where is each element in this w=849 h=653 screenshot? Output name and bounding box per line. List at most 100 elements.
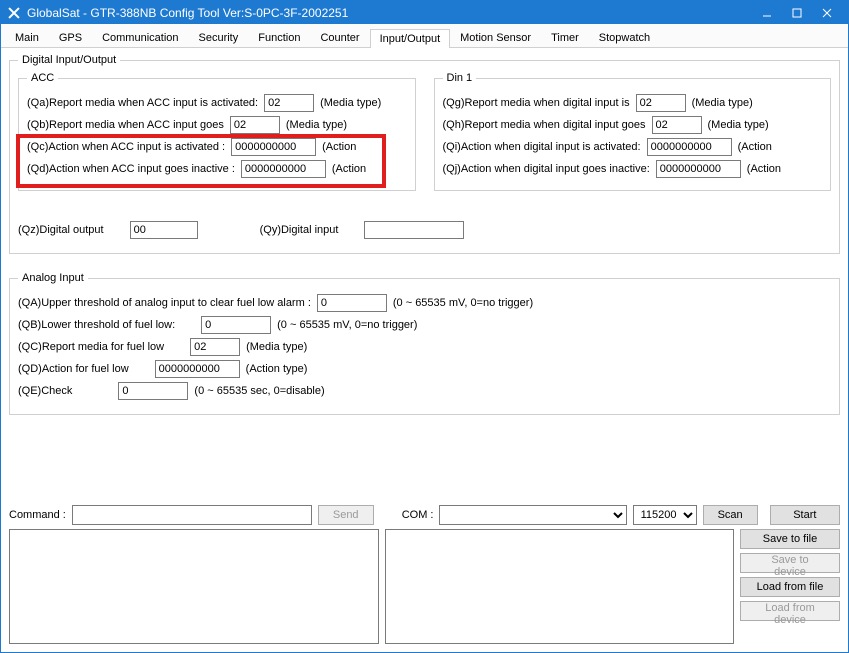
label-qa: (Qa)Report media when ACC input is activ… bbox=[27, 97, 258, 109]
log-right[interactable] bbox=[385, 529, 734, 644]
row-qg: (Qg)Report media when digital input is (… bbox=[443, 94, 823, 112]
side-buttons: Save to file Save to device Load from fi… bbox=[740, 529, 840, 644]
legend-acc: ACC bbox=[27, 72, 58, 84]
send-button[interactable]: Send bbox=[318, 505, 374, 525]
label-qj: (Qj)Action when digital input goes inact… bbox=[443, 163, 650, 175]
row-qj: (Qj)Action when digital input goes inact… bbox=[443, 160, 823, 178]
label-qb-lower: (QB)Lower threshold of fuel low: bbox=[18, 319, 175, 331]
input-qb[interactable] bbox=[230, 116, 280, 134]
tab-communication[interactable]: Communication bbox=[92, 28, 188, 47]
input-qj[interactable] bbox=[656, 160, 741, 178]
note-qb: (Media type) bbox=[286, 119, 347, 131]
label-qd-action: (QD)Action for fuel low bbox=[18, 363, 129, 375]
tab-input-output[interactable]: Input/Output bbox=[370, 29, 451, 48]
legend-digital-io: Digital Input/Output bbox=[18, 54, 120, 66]
label-qz: (Qz)Digital output bbox=[18, 224, 104, 236]
tab-function[interactable]: Function bbox=[248, 28, 310, 47]
start-button[interactable]: Start bbox=[770, 505, 840, 525]
app-window: GlobalSat - GTR-388NB Config Tool Ver:S-… bbox=[0, 0, 849, 653]
load-from-file-button[interactable]: Load from file bbox=[740, 577, 840, 597]
label-command: Command : bbox=[9, 509, 66, 521]
row-qb: (Qb)Report media when ACC input goes (Me… bbox=[27, 116, 407, 134]
label-com: COM : bbox=[402, 509, 434, 521]
input-qz[interactable] bbox=[130, 221, 198, 239]
note-qg: (Media type) bbox=[692, 97, 753, 109]
group-analog-input: Analog Input (QA)Upper threshold of anal… bbox=[9, 272, 840, 415]
input-qd-action[interactable] bbox=[155, 360, 240, 378]
input-qg[interactable] bbox=[636, 94, 686, 112]
log-left[interactable] bbox=[9, 529, 379, 644]
note-qd: (Action bbox=[332, 163, 366, 175]
save-to-device-button[interactable]: Save to device bbox=[740, 553, 840, 573]
note-qj: (Action bbox=[747, 163, 781, 175]
input-command[interactable] bbox=[72, 505, 312, 525]
row-qz-qy: (Qz)Digital output (Qy)Digital input bbox=[18, 221, 831, 239]
select-baud-rate[interactable]: 115200 bbox=[633, 505, 697, 525]
group-din1: Din 1 (Qg)Report media when digital inpu… bbox=[434, 72, 832, 191]
input-qy[interactable] bbox=[364, 221, 464, 239]
group-acc: ACC (Qa)Report media when ACC input is a… bbox=[18, 72, 416, 191]
note-qe-check: (0 ~ 65535 sec, 0=disable) bbox=[194, 385, 324, 397]
row-qc-media: (QC)Report media for fuel low (Media typ… bbox=[18, 338, 831, 356]
label-qc-media: (QC)Report media for fuel low bbox=[18, 341, 164, 353]
note-qa-upper: (0 ~ 65535 mV, 0=no trigger) bbox=[393, 297, 533, 309]
label-qb: (Qb)Report media when ACC input goes bbox=[27, 119, 224, 131]
bottom-panel: Command : Send COM : 115200 Scan Start S… bbox=[9, 505, 840, 644]
label-qy: (Qy)Digital input bbox=[260, 224, 339, 236]
note-qh: (Media type) bbox=[708, 119, 769, 131]
input-qc[interactable] bbox=[231, 138, 316, 156]
tab-stopwatch[interactable]: Stopwatch bbox=[589, 28, 660, 47]
label-qe-check: (QE)Check bbox=[18, 385, 72, 397]
input-qe-check[interactable] bbox=[118, 382, 188, 400]
tab-gps[interactable]: GPS bbox=[49, 28, 92, 47]
tab-content: Digital Input/Output ACC (Qa)Report medi… bbox=[1, 48, 848, 429]
label-qc: (Qc)Action when ACC input is activated : bbox=[27, 141, 225, 153]
row-qh: (Qh)Report media when digital input goes… bbox=[443, 116, 823, 134]
app-icon bbox=[7, 6, 21, 20]
row-qa: (Qa)Report media when ACC input is activ… bbox=[27, 94, 407, 112]
tab-counter[interactable]: Counter bbox=[310, 28, 369, 47]
row-qd-action: (QD)Action for fuel low (Action type) bbox=[18, 360, 831, 378]
minimize-button[interactable] bbox=[752, 1, 782, 24]
note-qc-media: (Media type) bbox=[246, 341, 307, 353]
label-qi: (Qi)Action when digital input is activat… bbox=[443, 141, 641, 153]
legend-din1: Din 1 bbox=[443, 72, 477, 84]
window-title: GlobalSat - GTR-388NB Config Tool Ver:S-… bbox=[27, 6, 752, 20]
input-qa[interactable] bbox=[264, 94, 314, 112]
label-qg: (Qg)Report media when digital input is bbox=[443, 97, 630, 109]
note-qd-action: (Action type) bbox=[246, 363, 308, 375]
legend-analog: Analog Input bbox=[18, 272, 88, 284]
label-qd: (Qd)Action when ACC input goes inactive … bbox=[27, 163, 235, 175]
row-qb-lower: (QB)Lower threshold of fuel low: (0 ~ 65… bbox=[18, 316, 831, 334]
scan-button[interactable]: Scan bbox=[703, 505, 758, 525]
row-qc: (Qc)Action when ACC input is activated :… bbox=[27, 138, 407, 156]
row-qd: (Qd)Action when ACC input goes inactive … bbox=[27, 160, 407, 178]
note-qi: (Action bbox=[738, 141, 772, 153]
titlebar: GlobalSat - GTR-388NB Config Tool Ver:S-… bbox=[1, 1, 848, 24]
tab-timer[interactable]: Timer bbox=[541, 28, 589, 47]
note-qa: (Media type) bbox=[320, 97, 381, 109]
input-qh[interactable] bbox=[652, 116, 702, 134]
tab-strip: Main GPS Communication Security Function… bbox=[1, 24, 848, 48]
close-button[interactable] bbox=[812, 1, 842, 24]
tab-motion-sensor[interactable]: Motion Sensor bbox=[450, 28, 541, 47]
log-panes: Save to file Save to device Load from fi… bbox=[9, 529, 840, 644]
input-qd[interactable] bbox=[241, 160, 326, 178]
load-from-device-button[interactable]: Load from device bbox=[740, 601, 840, 621]
select-com-port[interactable] bbox=[439, 505, 626, 525]
tab-security[interactable]: Security bbox=[189, 28, 249, 47]
group-digital-io: Digital Input/Output ACC (Qa)Report medi… bbox=[9, 54, 840, 254]
input-qb-lower[interactable] bbox=[201, 316, 271, 334]
note-qb-lower: (0 ~ 65535 mV, 0=no trigger) bbox=[277, 319, 417, 331]
save-to-file-button[interactable]: Save to file bbox=[740, 529, 840, 549]
label-qh: (Qh)Report media when digital input goes bbox=[443, 119, 646, 131]
row-qe-check: (QE)Check (0 ~ 65535 sec, 0=disable) bbox=[18, 382, 831, 400]
input-qc-media[interactable] bbox=[190, 338, 240, 356]
maximize-button[interactable] bbox=[782, 1, 812, 24]
label-qa-upper: (QA)Upper threshold of analog input to c… bbox=[18, 297, 311, 309]
tab-main[interactable]: Main bbox=[5, 28, 49, 47]
command-row: Command : Send COM : 115200 Scan Start bbox=[9, 505, 840, 525]
input-qa-upper[interactable] bbox=[317, 294, 387, 312]
input-qi[interactable] bbox=[647, 138, 732, 156]
note-qc: (Action bbox=[322, 141, 356, 153]
